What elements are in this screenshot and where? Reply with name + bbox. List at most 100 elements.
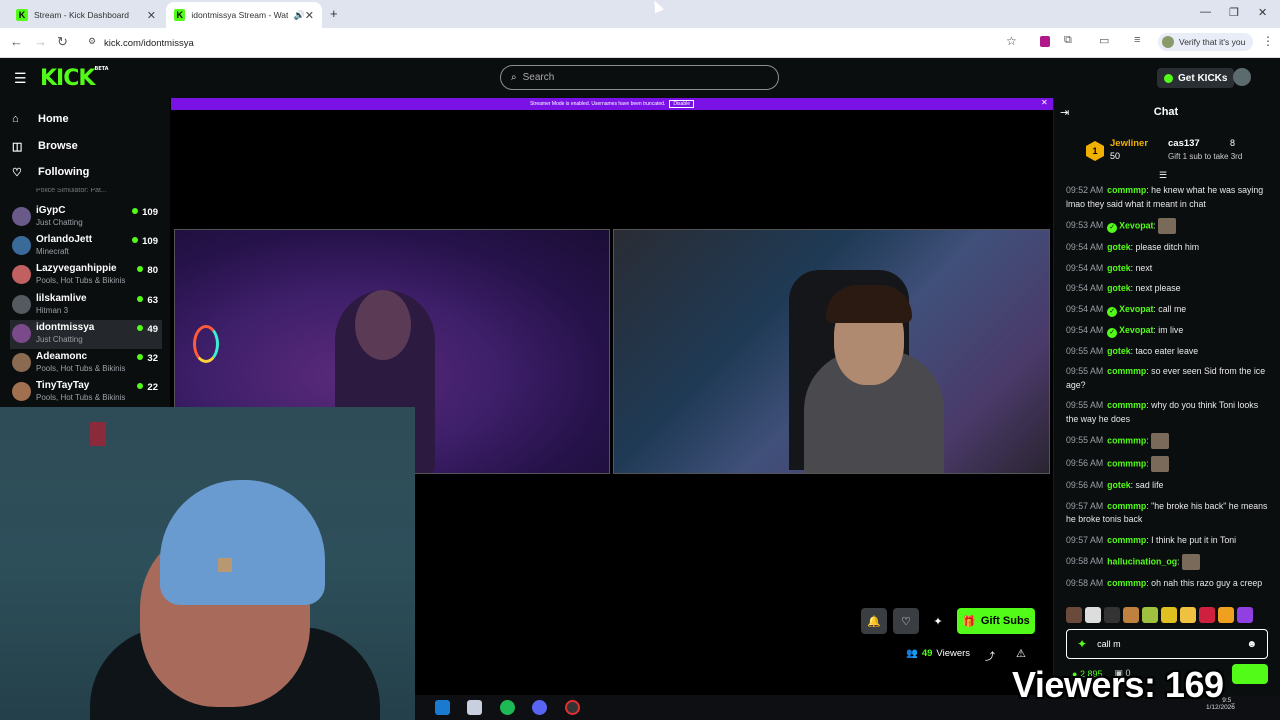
sparkle-icon: ✦: [933, 615, 943, 628]
profile-avatar: [1162, 36, 1174, 48]
message-username[interactable]: Xevopat: [1119, 325, 1153, 335]
kick-logo[interactable]: KICKBETA: [40, 66, 109, 91]
forward-icon[interactable]: →: [34, 34, 47, 49]
gift-subs-button[interactable]: 🎁 Gift Subs: [957, 608, 1035, 634]
banner-close-icon[interactable]: ✕: [1041, 98, 1048, 107]
emote-bar[interactable]: [1066, 607, 1266, 625]
message-username[interactable]: Xevopat: [1119, 304, 1153, 314]
minimize-icon[interactable]: —: [1200, 6, 1211, 18]
channel-igypc[interactable]: iGypC Just Chatting 109: [10, 203, 162, 232]
message-username[interactable]: commmp: [1107, 366, 1146, 376]
message-timestamp: 09:56 AM: [1066, 480, 1104, 490]
message-text: call me: [1158, 303, 1187, 314]
message-timestamp: 09:54 AM: [1066, 242, 1104, 252]
sidebar-item-browse[interactable]: ◫ Browse: [12, 136, 78, 156]
emote-icon[interactable]: [1123, 607, 1139, 623]
message-username[interactable]: commmp: [1107, 535, 1146, 545]
chat-message: 09:55 AM commmp: why do you think Toni lo…: [1066, 399, 1271, 426]
extensions-puzzle-icon[interactable]: ⧉: [1064, 34, 1072, 47]
message-username[interactable]: gotek: [1107, 242, 1130, 252]
emote-icon[interactable]: [1180, 607, 1196, 623]
collapse-chat-icon[interactable]: ⇥: [1060, 106, 1069, 119]
user-avatar[interactable]: [1233, 68, 1251, 86]
hamburger-menu-icon[interactable]: ☰: [14, 70, 27, 87]
channel-lilskamlive[interactable]: lilskamlive Hitman 3 63: [10, 291, 162, 320]
stream-camera-right: [613, 229, 1050, 474]
message-username[interactable]: gotek: [1107, 346, 1130, 356]
profile-verify-button[interactable]: Verify that it's you: [1158, 33, 1254, 51]
reload-icon[interactable]: ↻: [57, 34, 68, 50]
get-kicks-button[interactable]: Get KICKs: [1157, 68, 1235, 88]
emote-icon[interactable]: [1161, 607, 1177, 623]
message-username[interactable]: commmp: [1107, 400, 1146, 410]
banner-disable-button[interactable]: Disable: [669, 100, 695, 108]
emote-icon[interactable]: [1066, 607, 1082, 623]
channel-adeamonc[interactable]: Adeamonc Pools, Hot Tubs & Bikinis 32: [10, 349, 162, 378]
channel-lazyveganhippie[interactable]: Lazyveganhippie Pools, Hot Tubs & Bikini…: [10, 261, 162, 290]
pinned-toggle-icon[interactable]: ☰: [1159, 170, 1167, 181]
bookmark-star-icon[interactable]: ☆: [1006, 34, 1017, 48]
emote-icon[interactable]: [1237, 607, 1253, 623]
emote-icon[interactable]: [1218, 607, 1234, 623]
message-username[interactable]: commmp: [1107, 501, 1146, 511]
emote-icon[interactable]: [1142, 607, 1158, 623]
maximize-icon[interactable]: ❐: [1229, 6, 1239, 19]
kicks-coin-icon: [1164, 73, 1173, 83]
message-timestamp: 09:57 AM: [1066, 500, 1104, 511]
extension-icon[interactable]: [1040, 36, 1050, 47]
message-timestamp: 09:56 AM: [1066, 458, 1104, 469]
message-username[interactable]: commmp: [1107, 458, 1146, 468]
site-info-icon[interactable]: ⚙: [88, 36, 96, 47]
report-warning-icon[interactable]: ⚠: [1016, 647, 1026, 660]
chat-emote-icon: [1158, 218, 1177, 234]
file-explorer-icon[interactable]: [467, 700, 482, 715]
media-icon[interactable]: ≡: [1134, 34, 1140, 46]
message-text: oh nah this razo guy a creep: [1151, 578, 1263, 588]
kicks-sparkle-button[interactable]: ✦: [925, 608, 951, 634]
discord-icon[interactable]: [532, 700, 547, 715]
message-username[interactable]: commmp: [1107, 435, 1146, 445]
channel-tinytaytay[interactable]: TinyTayTay Pools, Hot Tubs & Bikinis 22: [10, 378, 162, 407]
close-window-icon[interactable]: ✕: [1258, 6, 1267, 19]
sidebar-item-following[interactable]: ♡ Following: [12, 162, 89, 182]
new-tab-icon[interactable]: +: [330, 6, 338, 21]
message-username[interactable]: gotek: [1107, 480, 1130, 490]
chat-input[interactable]: ✦ call m ☻: [1066, 629, 1268, 659]
back-icon[interactable]: ←: [10, 34, 23, 49]
verified-badge-icon: ✓: [1107, 306, 1118, 317]
message-username[interactable]: commmp: [1107, 578, 1146, 588]
emote-icon[interactable]: [1085, 607, 1101, 623]
message-username[interactable]: commmp: [1107, 185, 1146, 195]
emote-icon[interactable]: [1199, 607, 1215, 623]
browser-menu-icon[interactable]: ⋮: [1262, 34, 1274, 48]
follow-heart-button[interactable]: ♡: [893, 608, 919, 634]
share-icon[interactable]: ⤴: [985, 648, 995, 663]
emote-icon[interactable]: [1104, 607, 1120, 623]
speaker-icon[interactable]: 🔊: [294, 10, 305, 21]
message-timestamp: 09:55 AM: [1066, 345, 1104, 356]
emoji-picker-icon[interactable]: ☻: [1246, 639, 1257, 650]
spotify-icon[interactable]: [500, 700, 515, 715]
browser-tab-stream[interactable]: K idontmissya Stream - Watc 🔊 ✕: [166, 2, 322, 28]
close-tab-icon[interactable]: ✕: [147, 9, 156, 22]
url-field[interactable]: kick.com/idontmissya: [86, 33, 1026, 53]
edge-browser-icon[interactable]: [435, 700, 450, 715]
obs-icon[interactable]: [565, 700, 580, 715]
kicks-sparkle-icon[interactable]: ✦: [1077, 637, 1087, 651]
message-username[interactable]: gotek: [1107, 263, 1130, 273]
notification-bell-button[interactable]: 🔔: [861, 608, 887, 634]
message-username[interactable]: hallucination_og: [1107, 556, 1177, 566]
channel-idontmissya[interactable]: idontmissya Just Chatting 49: [10, 320, 162, 349]
channel-orlandojett[interactable]: OrlandoJett Minecraft 109: [10, 232, 162, 261]
message-username[interactable]: Xevopat: [1119, 220, 1153, 230]
send-chat-button[interactable]: [1232, 664, 1268, 684]
cast-icon[interactable]: ▭: [1099, 34, 1109, 47]
sidebar-item-home[interactable]: ⌂ Home: [12, 109, 69, 129]
search-input[interactable]: ⌕ Search: [500, 65, 779, 90]
message-username[interactable]: gotek: [1107, 283, 1130, 293]
chat-message: 09:55 AM commmp:: [1066, 433, 1271, 449]
browser-tab-dashboard[interactable]: K Stream - Kick Dashboard ✕: [8, 2, 164, 28]
close-tab-icon[interactable]: ✕: [305, 9, 314, 22]
message-timestamp: 09:52 AM: [1066, 185, 1104, 195]
message-timestamp: 09:55 AM: [1066, 400, 1104, 410]
